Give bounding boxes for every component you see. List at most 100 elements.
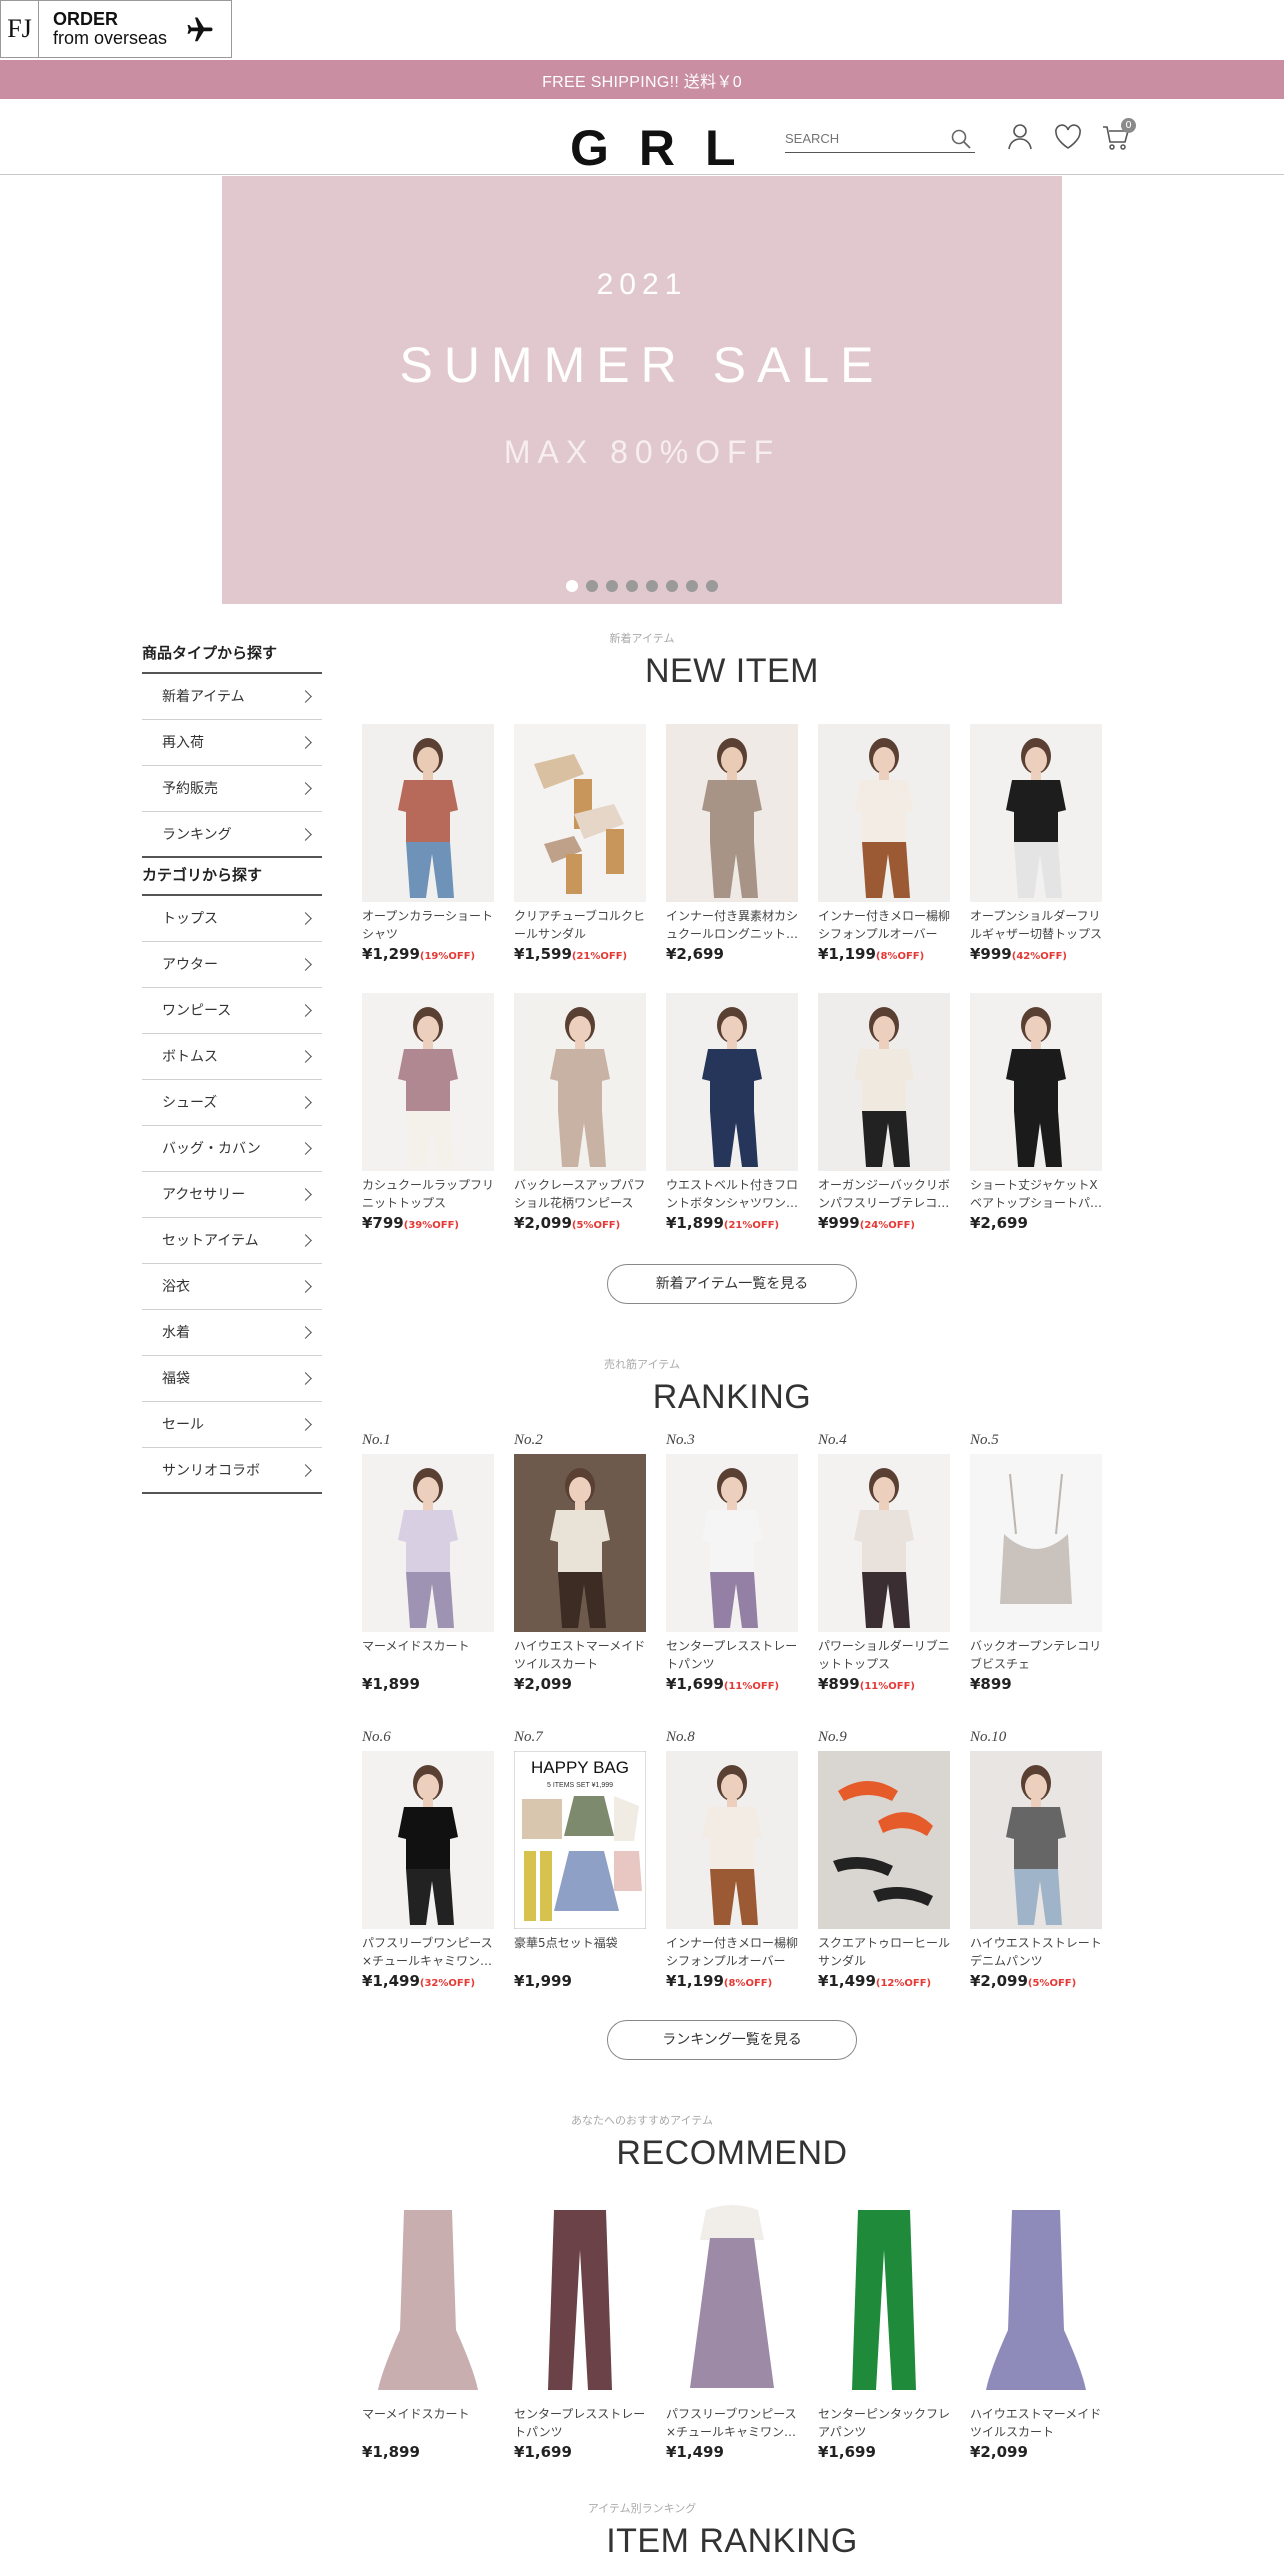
sidebar-item-ranking[interactable]: ランキング: [142, 812, 322, 858]
product-name[interactable]: クリアチューブコルクヒールサンダル: [514, 907, 646, 943]
ranking-card[interactable]: No.8 インナー付きメロー楊柳シフォンプルオーバー ¥1,199(8%OFF): [666, 1729, 798, 1990]
carousel-dot[interactable]: [566, 580, 578, 592]
sidebar-item-shoes[interactable]: シューズ: [142, 1080, 322, 1126]
product-image[interactable]: [514, 724, 646, 902]
carousel-dot[interactable]: [606, 580, 618, 592]
product-image[interactable]: [818, 1454, 950, 1632]
carousel-dot[interactable]: [706, 580, 718, 592]
ranking-card[interactable]: No.6 パフスリーブワンピース×チュールキャミワン… ¥1,499(32%OFF…: [362, 1729, 494, 1990]
new-item-card[interactable]: インナー付き異素材カシュクールロングニット… ¥2,699: [666, 724, 798, 963]
sidebar-item-onepiece[interactable]: ワンピース: [142, 988, 322, 1034]
product-image[interactable]: [970, 1454, 1102, 1632]
recommend-card[interactable]: パフスリーブワンピース×チュールキャミワン… ¥1,499: [666, 2200, 798, 2461]
sidebar-item-restock[interactable]: 再入荷: [142, 720, 322, 766]
sidebar-item-sanrio-collab[interactable]: サンリオコラボ: [142, 1448, 322, 1494]
ranking-card[interactable]: No.2 ハイウエストマーメイドツイルスカート ¥2,099: [514, 1432, 646, 1693]
product-name[interactable]: センタープレスストレートパンツ: [514, 2405, 646, 2441]
product-image[interactable]: [362, 1454, 494, 1632]
product-name[interactable]: ハイウエストマーメイドツイルスカート: [514, 1637, 646, 1673]
new-item-card[interactable]: ショート丈ジャケットXベアトップショートパ… ¥2,699: [970, 993, 1102, 1232]
product-name[interactable]: パフスリーブワンピース×チュールキャミワン…: [666, 2405, 798, 2441]
product-image[interactable]: [970, 1751, 1102, 1929]
carousel-dot[interactable]: [686, 580, 698, 592]
product-name[interactable]: センタープレスストレートパンツ: [666, 1637, 798, 1673]
ranking-card[interactable]: No.3 センタープレスストレートパンツ ¥1,699(11%OFF): [666, 1432, 798, 1693]
product-image[interactable]: [970, 724, 1102, 902]
product-name[interactable]: ショート丈ジャケットXベアトップショートパ…: [970, 1176, 1102, 1212]
recommend-card[interactable]: ハイウエストマーメイドツイルスカート ¥2,099: [970, 2200, 1102, 2461]
account-icon[interactable]: [1004, 121, 1036, 153]
new-item-card[interactable]: オープンカラーショートシャツ ¥1,299(19%OFF): [362, 724, 494, 963]
product-name[interactable]: オープンショルダーフリルギャザー切替トップス: [970, 907, 1102, 943]
product-name[interactable]: インナー付きメロー楊柳シフォンプルオーバー: [818, 907, 950, 943]
product-image[interactable]: [666, 1751, 798, 1929]
recommend-card[interactable]: マーメイドスカート ¥1,899: [362, 2200, 494, 2461]
product-image[interactable]: [818, 724, 950, 902]
favorite-heart-icon[interactable]: [1052, 121, 1084, 153]
ranking-card[interactable]: No.4 パワーショルダーリブニットトップス ¥899(11%OFF): [818, 1432, 950, 1693]
sidebar-item-accessories[interactable]: アクセサリー: [142, 1172, 322, 1218]
product-image[interactable]: [514, 2200, 646, 2400]
recommend-card[interactable]: センタープレスストレートパンツ ¥1,699: [514, 2200, 646, 2461]
product-image[interactable]: [514, 1454, 646, 1632]
product-image[interactable]: [818, 1751, 950, 1929]
carousel-dot[interactable]: [666, 580, 678, 592]
product-image[interactable]: [818, 2200, 950, 2400]
product-image[interactable]: [970, 2200, 1102, 2400]
product-name[interactable]: カシュクールラップフリニットトップス: [362, 1176, 494, 1212]
new-item-card[interactable]: カシュクールラップフリニットトップス ¥799(39%OFF): [362, 993, 494, 1232]
product-image[interactable]: [514, 993, 646, 1171]
product-name[interactable]: マーメイドスカート: [362, 1637, 494, 1673]
sidebar-item-swimwear[interactable]: 水着: [142, 1310, 322, 1356]
product-image[interactable]: HAPPY BAG 5 ITEMS SET ¥1,999: [514, 1751, 646, 1929]
carousel-dot[interactable]: [646, 580, 658, 592]
product-name[interactable]: スクエアトゥローヒールサンダル: [818, 1934, 950, 1970]
sidebar-item-preorder[interactable]: 予約販売: [142, 766, 322, 812]
product-name[interactable]: マーメイドスカート: [362, 2405, 494, 2441]
product-image[interactable]: [362, 993, 494, 1171]
product-image[interactable]: [362, 2200, 494, 2400]
product-name[interactable]: オープンカラーショートシャツ: [362, 907, 494, 943]
product-name[interactable]: パフスリーブワンピース×チュールキャミワン…: [362, 1934, 494, 1970]
order-from-overseas-badge[interactable]: FJ ORDER from overseas: [0, 0, 232, 58]
product-name[interactable]: ハイウエストストレートデニムパンツ: [970, 1934, 1102, 1970]
product-image[interactable]: [666, 993, 798, 1171]
product-name[interactable]: パワーショルダーリブニットトップス: [818, 1637, 950, 1673]
new-item-card[interactable]: オーガンジーバックリボンパフスリーブテレコ… ¥999(24%OFF): [818, 993, 950, 1232]
new-item-card[interactable]: ウエストベルト付きフロントボタンシャツワン… ¥1,899(21%OFF): [666, 993, 798, 1232]
product-image[interactable]: [666, 724, 798, 902]
product-name[interactable]: ウエストベルト付きフロントボタンシャツワン…: [666, 1176, 798, 1212]
ranking-card[interactable]: No.9 スクエアトゥローヒールサンダル ¥1,499(12%OFF): [818, 1729, 950, 1990]
new-item-card[interactable]: クリアチューブコルクヒールサンダル ¥1,599(21%OFF): [514, 724, 646, 963]
ranking-view-all-button[interactable]: ランキング一覧を見る: [607, 2020, 857, 2060]
product-name[interactable]: 豪華5点セット福袋: [514, 1934, 646, 1970]
product-name[interactable]: ハイウエストマーメイドツイルスカート: [970, 2405, 1102, 2441]
product-name[interactable]: インナー付きメロー楊柳シフォンプルオーバー: [666, 1934, 798, 1970]
product-image[interactable]: [970, 993, 1102, 1171]
search-input[interactable]: [785, 125, 935, 146]
new-item-card[interactable]: バックレースアップパフショル花柄ワンピース ¥2,099(5%OFF): [514, 993, 646, 1232]
product-name[interactable]: センターピンタックフレアパンツ: [818, 2405, 950, 2441]
new-item-view-all-button[interactable]: 新着アイテム一覧を見る: [607, 1264, 857, 1304]
sidebar-item-bottoms[interactable]: ボトムス: [142, 1034, 322, 1080]
product-image[interactable]: [666, 2200, 798, 2400]
sidebar-item-outer[interactable]: アウター: [142, 942, 322, 988]
product-name[interactable]: オーガンジーバックリボンパフスリーブテレコ…: [818, 1176, 950, 1212]
product-name[interactable]: インナー付き異素材カシュクールロングニット…: [666, 907, 798, 943]
product-image[interactable]: [666, 1454, 798, 1632]
new-item-card[interactable]: インナー付きメロー楊柳シフォンプルオーバー ¥1,199(8%OFF): [818, 724, 950, 963]
hero-banner[interactable]: 2021 SUMMER SALE MAX 80%OFF: [222, 176, 1062, 604]
product-name[interactable]: バックオープンテレコリブビスチェ: [970, 1637, 1102, 1673]
ranking-card[interactable]: No.10 ハイウエストストレートデニムパンツ ¥2,099(5%OFF): [970, 1729, 1102, 1990]
product-image[interactable]: [362, 1751, 494, 1929]
ranking-card[interactable]: No.5 バックオープンテレコリブビスチェ ¥899: [970, 1432, 1102, 1693]
sidebar-item-tops[interactable]: トップス: [142, 896, 322, 942]
product-name[interactable]: バックレースアップパフショル花柄ワンピース: [514, 1176, 646, 1212]
search-icon[interactable]: [949, 127, 973, 151]
grl-logo[interactable]: GRL: [570, 119, 766, 177]
product-image[interactable]: [362, 724, 494, 902]
recommend-card[interactable]: センターピンタックフレアパンツ ¥1,699: [818, 2200, 950, 2461]
carousel-dot[interactable]: [586, 580, 598, 592]
new-item-card[interactable]: オープンショルダーフリルギャザー切替トップス ¥999(42%OFF): [970, 724, 1102, 963]
ranking-card[interactable]: No.1 マーメイドスカート ¥1,899: [362, 1432, 494, 1693]
